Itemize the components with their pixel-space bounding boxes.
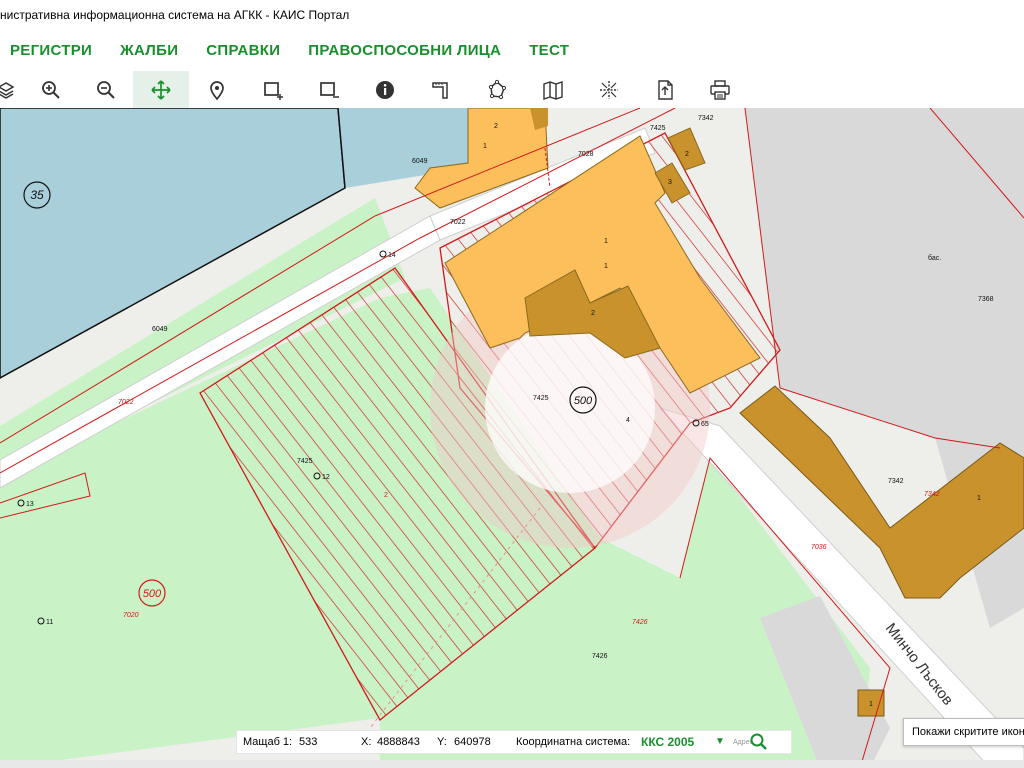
label-1-right: 1 <box>977 495 981 502</box>
crs-select[interactable]: ККС 2005 <box>641 735 694 749</box>
select-rectangle-add-icon <box>264 81 283 100</box>
menu-item-registri[interactable]: РЕГИСТРИ <box>10 42 92 59</box>
pan-icon <box>151 79 171 100</box>
measure-area-button[interactable] <box>469 71 525 108</box>
label-12: 12 <box>322 474 330 481</box>
label-2-hatch: 2 <box>384 492 388 499</box>
measure-distance-button[interactable] <box>413 71 469 108</box>
select-rectangle-remove-icon <box>320 81 339 98</box>
label-1-top: 1 <box>483 143 487 150</box>
measure-area-icon <box>488 79 507 99</box>
y-value: 640978 <box>454 736 491 748</box>
label-7425-center: 7425 <box>533 395 549 402</box>
crs-dropdown-icon[interactable]: ▼ <box>715 736 725 747</box>
map-canvas[interactable]: 35 6049 1 2 7028 7425 7342 2 3 7022 14 1… <box>0 108 1024 768</box>
label-7426-red: 7426 <box>632 619 648 626</box>
label-13: 13 <box>26 501 34 508</box>
pan-button[interactable] <box>133 71 189 108</box>
label-7022-red: 7022 <box>118 399 134 406</box>
label-35: 35 <box>30 188 44 202</box>
label-1-bottom: 1 <box>869 701 873 708</box>
crs-label: Координатна система: <box>516 736 631 748</box>
menu-item-test[interactable]: ТЕСТ <box>529 42 569 59</box>
label-3-small: 3 <box>668 179 672 186</box>
label-bas: бас. <box>928 254 941 262</box>
export-button[interactable] <box>637 71 693 108</box>
location-pin-icon <box>210 80 224 100</box>
map-icon <box>543 80 563 100</box>
label-7020: 7020 <box>123 612 139 619</box>
menu-item-zhalbi[interactable]: ЖАЛБИ <box>120 42 178 59</box>
scale-label: Мащаб 1: <box>243 736 293 748</box>
print-button[interactable] <box>692 71 748 108</box>
label-500-center: 500 <box>574 395 593 407</box>
label-6049-left: 6049 <box>152 326 168 333</box>
layers-icon <box>0 81 15 99</box>
label-7036: 7036 <box>811 544 827 551</box>
label-4: 4 <box>626 417 630 424</box>
window-title: нистративна информационна система на АГК… <box>0 0 1024 30</box>
label-7342-red: 7342 <box>924 491 940 498</box>
coordinates-icon <box>600 80 618 99</box>
label-7342-top: 7342 <box>698 115 714 122</box>
map-button[interactable] <box>525 71 581 108</box>
zoom-out-button[interactable] <box>78 71 134 108</box>
label-7425-left: 7425 <box>297 458 313 465</box>
label-7426: 7426 <box>592 653 608 660</box>
taskbar-strip <box>0 760 1024 768</box>
location-pin-button[interactable] <box>189 71 245 108</box>
select-rectangle-remove-button[interactable] <box>301 71 357 108</box>
menu-item-pravosposobni-lica[interactable]: ПРАВОСПОСОБНИ ЛИЦА <box>308 42 501 59</box>
zoom-in-icon <box>42 80 60 99</box>
show-hidden-icons-tooltip: Покажи скритите икон <box>903 718 1024 746</box>
label-7425-top: 7425 <box>650 125 666 132</box>
measure-distance-icon <box>432 81 448 99</box>
label-1-b: 1 <box>604 263 608 270</box>
label-7022-mid: 7022 <box>450 219 466 226</box>
map-toolbar <box>0 71 1024 109</box>
label-2-mid: 2 <box>591 310 595 317</box>
label-14: 14 <box>388 252 396 259</box>
search-icon[interactable] <box>749 732 769 752</box>
label-11: 11 <box>46 619 53 626</box>
info-button[interactable] <box>357 71 413 108</box>
x-value: 4888843 <box>377 736 420 748</box>
coordinates-button[interactable] <box>581 71 637 108</box>
print-icon <box>710 79 730 100</box>
main-menu: РЕГИСТРИ ЖАЛБИ СПРАВКИ ПРАВОСПОСОБНИ ЛИЦ… <box>0 30 1024 70</box>
label-7342-right: 7342 <box>888 478 904 485</box>
zoom-out-icon <box>97 80 115 99</box>
select-rectangle-add-button[interactable] <box>245 71 301 108</box>
menu-item-spravki[interactable]: СПРАВКИ <box>206 42 280 59</box>
label-65: 65 <box>701 421 709 428</box>
map-view[interactable]: 35 6049 1 2 7028 7425 7342 2 3 7022 14 1… <box>0 108 1024 768</box>
label-7028: 7028 <box>578 151 594 158</box>
label-7368: 7368 <box>978 296 994 303</box>
info-icon <box>376 80 394 99</box>
y-label: Y: <box>437 736 447 748</box>
export-icon <box>658 79 673 100</box>
label-6049-top: 6049 <box>412 158 428 165</box>
scale-value[interactable]: 533 <box>299 736 317 748</box>
label-2-top: 2 <box>494 123 498 130</box>
label-1-a: 1 <box>604 238 608 245</box>
zoom-in-button[interactable] <box>23 71 79 108</box>
x-label: X: <box>361 736 372 748</box>
map-status-bar: Мащаб 1: 533 X: 4888843 Y: 640978 Коорди… <box>236 730 792 754</box>
label-500-left: 500 <box>143 588 162 600</box>
label-2-small: 2 <box>685 151 689 158</box>
